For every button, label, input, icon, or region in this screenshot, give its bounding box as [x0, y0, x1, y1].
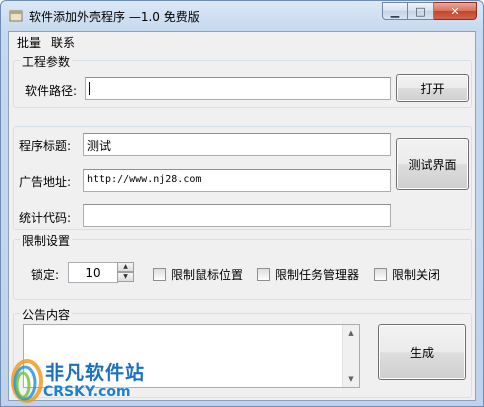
checkbox-box[interactable] [257, 268, 270, 281]
menu-contact[interactable]: 联系 [47, 32, 81, 50]
limit-taskmgr-checkbox[interactable]: 限制任务管理器 [257, 266, 359, 283]
limit-taskmgr-label: 限制任务管理器 [275, 268, 360, 282]
limit-mouse-label: 限制鼠标位置 [171, 268, 244, 282]
scroll-down-icon[interactable]: ▼ [343, 371, 359, 387]
watermark-text-cn: 非凡软件站 [45, 362, 146, 384]
announcement-scrollbar[interactable]: ▲ ▼ [342, 325, 359, 387]
stats-label: 统计代码: [19, 211, 72, 225]
spin-up-icon[interactable]: ▲ [117, 262, 134, 272]
limit-close-checkbox[interactable]: 限制关闭 [374, 266, 440, 283]
window-controls: ▁ □ ✕ [382, 2, 477, 20]
menu-bar: 批量 联系 [9, 32, 475, 50]
path-input[interactable] [85, 77, 391, 100]
close-button[interactable]: ✕ [434, 2, 477, 20]
generate-button[interactable]: 生成 [378, 324, 466, 380]
ad-url-input[interactable]: http://www.nj28.com [83, 169, 391, 192]
title-bar[interactable]: 软件添加外壳程序 —1.0 免费版 ▁ □ ✕ [1, 1, 483, 30]
app-window: 软件添加外壳程序 —1.0 免费版 ▁ □ ✕ 批量 联系 工程参数 软件路径:… [0, 0, 484, 407]
maximize-button[interactable]: □ [408, 2, 434, 20]
lock-value-input[interactable]: 10 [68, 262, 118, 283]
ad-label: 广告地址: [19, 175, 72, 189]
title-input[interactable]: 测试 [83, 133, 391, 156]
project-params-title: 工程参数 [20, 53, 73, 70]
announcement-title: 公告内容 [20, 306, 73, 323]
lock-spinner: ▲ ▼ [117, 262, 134, 283]
menu-batch[interactable]: 批量 [13, 32, 47, 50]
open-button[interactable]: 打开 [396, 74, 469, 102]
watermark-logo-icon [11, 359, 43, 403]
lock-label: 锁定: [31, 268, 60, 282]
spin-down-icon[interactable]: ▼ [117, 272, 134, 282]
limit-close-label: 限制关闭 [392, 268, 441, 282]
limit-mouse-checkbox[interactable]: 限制鼠标位置 [153, 266, 243, 283]
stats-code-input[interactable] [83, 204, 391, 227]
checkbox-box[interactable] [374, 268, 387, 281]
minimize-button[interactable]: ▁ [382, 2, 408, 20]
window-title: 软件添加外壳程序 —1.0 免费版 [29, 10, 200, 24]
watermark: 非凡软件站 CRSKY.com [1, 351, 171, 406]
app-icon [9, 10, 23, 22]
text-caret [89, 82, 90, 95]
watermark-text-en: CRSKY.com [43, 384, 131, 400]
test-ui-button[interactable]: 测试界面 [396, 138, 469, 190]
scroll-up-icon[interactable]: ▲ [343, 325, 359, 341]
checkbox-box[interactable] [153, 268, 166, 281]
title-label: 程序标题: [19, 139, 72, 153]
limits-title: 限制设置 [20, 232, 73, 249]
client-area: 批量 联系 工程参数 软件路径: 打开 程序标题: 测试 广告地址: http:… [8, 31, 476, 401]
path-label: 软件路径: [25, 84, 78, 98]
